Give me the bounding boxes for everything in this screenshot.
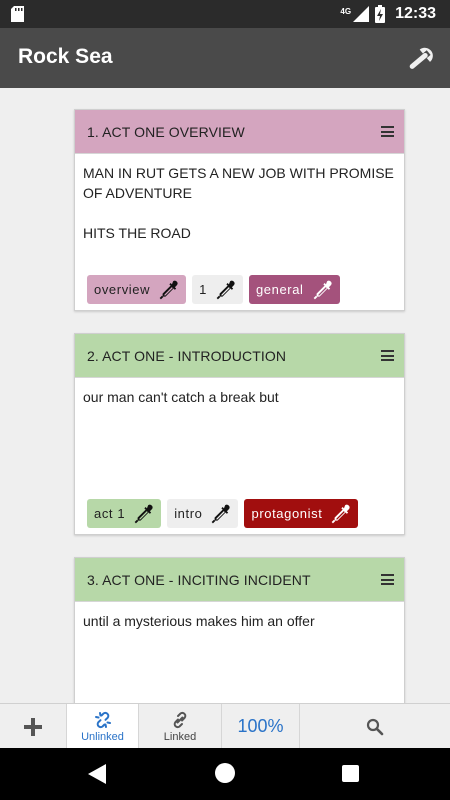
- status-bar: 4G 12:33: [0, 0, 450, 28]
- card-header[interactable]: 2. ACT ONE - INTRODUCTION: [75, 334, 404, 378]
- card-act-one-overview[interactable]: 1. ACT ONE OVERVIEW MAN IN RUT GETS A NE…: [74, 109, 405, 311]
- card-header[interactable]: 3. ACT ONE - INCITING INCIDENT: [75, 558, 404, 602]
- zoom-button[interactable]: 100%: [222, 704, 300, 749]
- signal-icon: [353, 6, 370, 22]
- menu-icon[interactable]: [381, 126, 394, 137]
- search-icon: [366, 718, 384, 735]
- link-icon: [173, 711, 187, 728]
- eyedropper-icon[interactable]: [312, 279, 334, 301]
- tag-general[interactable]: general: [248, 275, 340, 304]
- linked-label: Linked: [163, 730, 197, 743]
- unlink-icon: [94, 711, 111, 728]
- battery-charging-icon: [375, 5, 386, 23]
- sd-card-icon: [11, 6, 24, 22]
- card-body[interactable]: our man can't catch a break but: [75, 378, 404, 407]
- clock: 12:33: [395, 5, 436, 22]
- tag-label: 1: [199, 282, 207, 297]
- tag-label: overview: [94, 282, 151, 297]
- card-act-one-inciting-incident[interactable]: 3. ACT ONE - INCITING INCIDENT until a m…: [74, 557, 405, 703]
- card-header[interactable]: 1. ACT ONE OVERVIEW: [75, 110, 404, 154]
- home-icon[interactable]: [215, 763, 235, 783]
- add-card-button[interactable]: [0, 704, 67, 749]
- eyedropper-icon[interactable]: [330, 503, 352, 525]
- tag-label: protagonist: [251, 506, 323, 521]
- tag-protagonist[interactable]: protagonist: [244, 499, 359, 528]
- tag-list: act 1 intro protagonist: [87, 499, 359, 528]
- card-list[interactable]: 1. ACT ONE OVERVIEW MAN IN RUT GETS A NE…: [0, 88, 450, 703]
- card-body[interactable]: until a mysterious makes him an offer: [75, 602, 404, 631]
- card-title: 3. ACT ONE - INCITING INCIDENT: [87, 571, 311, 588]
- wrench-settings-icon[interactable]: [404, 42, 438, 76]
- recent-apps-icon[interactable]: [342, 765, 359, 782]
- card-body[interactable]: MAN IN RUT GETS A NEW JOB WITH PROMISE O…: [75, 154, 404, 243]
- tag-list: overview 1 general: [87, 275, 340, 304]
- card-title: 1. ACT ONE OVERVIEW: [87, 123, 245, 140]
- zoom-level: 100%: [237, 716, 284, 736]
- app-bar: Rock Sea: [0, 28, 450, 88]
- tag-intro[interactable]: intro: [167, 499, 239, 528]
- system-nav-bar: [0, 748, 450, 800]
- tag-label: act 1: [94, 506, 126, 521]
- tag-label: intro: [174, 506, 203, 521]
- plus-icon: [24, 717, 42, 736]
- eyedropper-icon[interactable]: [133, 503, 155, 525]
- eyedropper-icon[interactable]: [210, 503, 232, 525]
- search-button[interactable]: [300, 704, 450, 749]
- back-icon[interactable]: [88, 764, 106, 784]
- linked-tab[interactable]: Linked: [139, 704, 222, 749]
- card-title: 2. ACT ONE - INTRODUCTION: [87, 347, 287, 364]
- bottom-toolbar: Unlinked Linked 100%: [0, 703, 450, 749]
- tag-1[interactable]: 1: [192, 275, 243, 304]
- menu-icon[interactable]: [381, 574, 394, 585]
- unlinked-tab[interactable]: Unlinked: [67, 704, 139, 749]
- tag-act-1[interactable]: act 1: [87, 499, 162, 528]
- tag-label: general: [255, 282, 304, 297]
- eyedropper-icon[interactable]: [215, 279, 237, 301]
- app-title: Rock Sea: [18, 45, 113, 68]
- eyedropper-icon[interactable]: [158, 279, 180, 301]
- network-type: 4G: [340, 6, 352, 16]
- tag-overview[interactable]: overview: [87, 275, 187, 304]
- menu-icon[interactable]: [381, 350, 394, 361]
- card-act-one-introduction[interactable]: 2. ACT ONE - INTRODUCTION our man can't …: [74, 333, 405, 535]
- unlinked-label: Unlinked: [81, 730, 124, 743]
